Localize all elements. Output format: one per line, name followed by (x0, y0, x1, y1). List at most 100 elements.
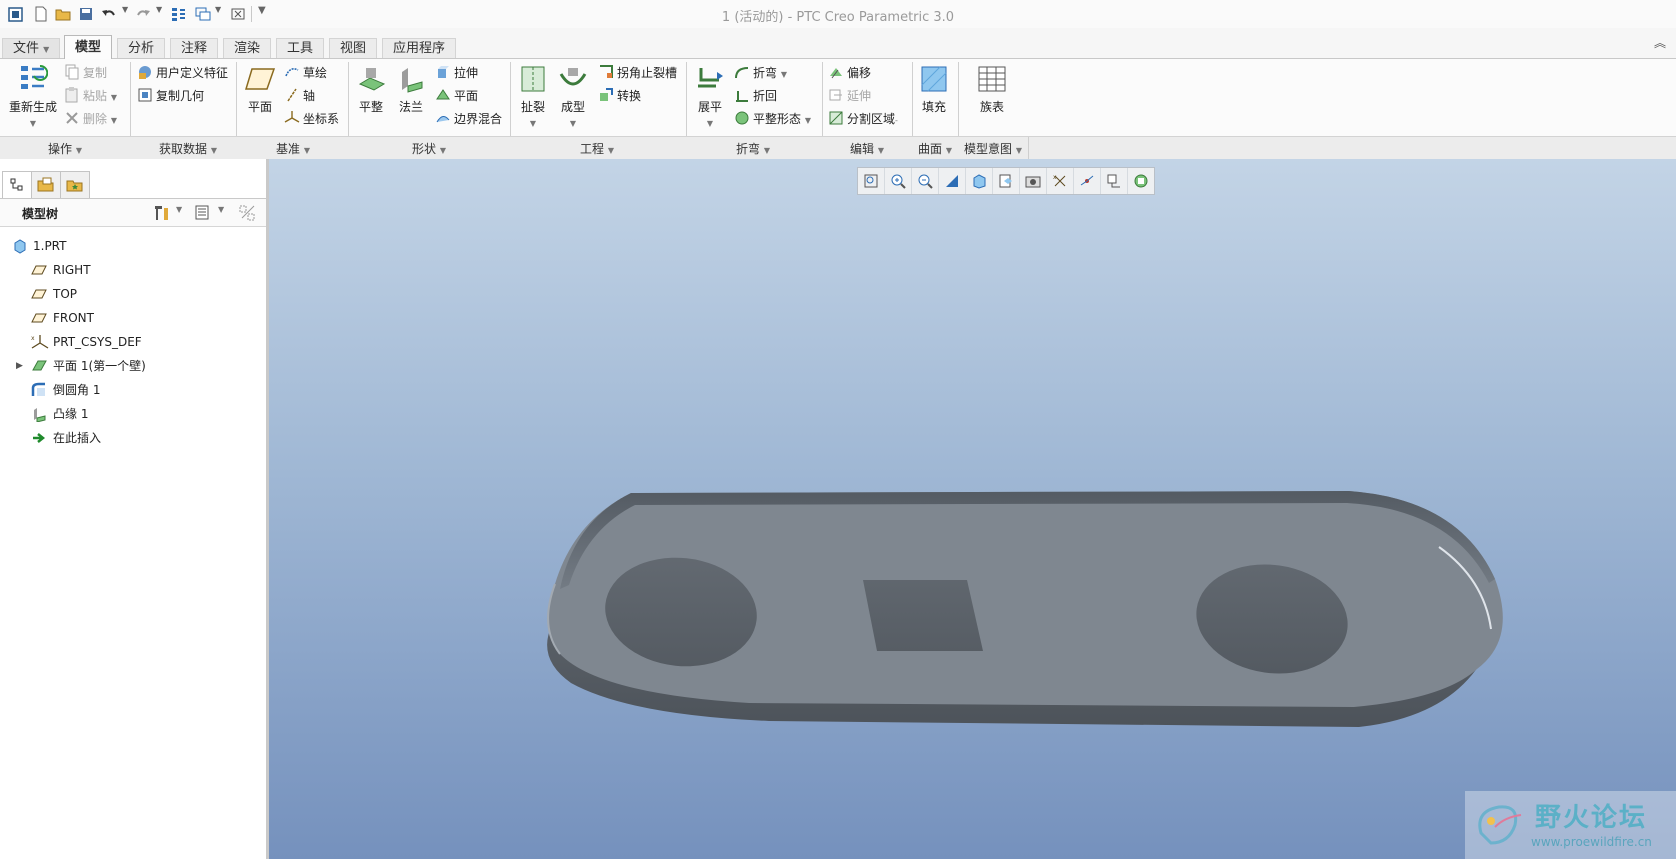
boundary-blend-button[interactable]: 边界混合 (435, 110, 502, 128)
collapse-ribbon-icon[interactable]: ︽ (1654, 34, 1666, 51)
model-tree-tab[interactable] (2, 171, 32, 199)
copy-icon (64, 64, 80, 80)
favorites-icon (66, 180, 83, 192)
group-engineering[interactable]: 工程 ▼ (572, 140, 622, 157)
ribbon-group-labels: 操作 ▼ 获取数据 ▼ 基准 ▼ 形状 ▼ 工程 ▼ 折弯 ▼ 编辑 ▼ 曲面 … (0, 136, 1676, 160)
corner-relief-button[interactable]: 拐角止裂槽 (598, 64, 677, 82)
offset-button[interactable]: 偏移 (828, 64, 871, 82)
planar-icon (435, 87, 451, 103)
regenerate-button[interactable]: 重新生成 ▼ (8, 64, 58, 129)
split-area-icon (828, 110, 844, 126)
tree-columns-dropdown-icon[interactable]: ▼ (218, 205, 224, 214)
bend-back-icon (734, 87, 750, 103)
flange-button[interactable]: 法兰 (390, 64, 432, 115)
group-get-data[interactable]: 获取数据 ▼ (148, 140, 228, 157)
folder-browser-tab[interactable] (31, 171, 61, 199)
fill-button[interactable]: 填充 (912, 64, 956, 115)
group-surfaces[interactable]: 曲面 ▼ (912, 140, 958, 157)
planar-button[interactable]: 平面 (435, 87, 478, 105)
convert-icon (598, 87, 614, 103)
regenerate-large-icon (18, 64, 48, 94)
flat-wall-icon (356, 64, 386, 94)
udf-icon (137, 64, 153, 80)
flat-wall-button[interactable]: 平整 (350, 64, 392, 115)
group-editing[interactable]: 编辑 ▼ (842, 140, 892, 157)
folder-browser-icon (37, 177, 54, 192)
navigator-panel: 模型树 ▼ ▼ 1.PRT RIGHT TOP FRONT x PRT_CSYS… (0, 159, 269, 859)
tab-render[interactable]: 渲染 (223, 38, 272, 58)
insert-here-icon (31, 430, 47, 446)
sketch-icon (284, 64, 300, 80)
copy-geometry-button[interactable]: 复制几何 (137, 87, 204, 105)
family-table-icon (977, 64, 1007, 94)
rip-button[interactable]: 扯裂 ▼ (512, 64, 554, 129)
paste-icon (64, 87, 80, 103)
offset-icon (828, 64, 844, 80)
extrude-icon (435, 64, 451, 80)
copy-geometry-icon (137, 87, 153, 103)
tab-view[interactable]: 视图 (329, 38, 378, 58)
group-bends[interactable]: 折弯 ▼ (728, 140, 778, 157)
group-model-intent[interactable]: 模型意图 ▼ (960, 140, 1026, 157)
extend-button[interactable]: 延伸 (828, 87, 871, 105)
delete-icon (64, 110, 80, 126)
bend-icon (734, 64, 750, 80)
tree-columns-icon[interactable] (194, 204, 210, 223)
datum-plane-icon (31, 310, 47, 326)
datum-plane-icon (31, 262, 47, 278)
tab-model[interactable]: 模型 (64, 35, 113, 59)
flat-state-button[interactable]: 平整形态 ▼ (734, 110, 811, 128)
tree-filter-icon[interactable] (238, 204, 258, 225)
tree-settings-dropdown-icon[interactable]: ▼ (176, 205, 182, 214)
flange-wall-icon (396, 64, 426, 94)
tab-analysis[interactable]: 分析 (117, 38, 166, 58)
csys-icon (284, 110, 300, 126)
split-area-button[interactable]: 分割区域- (828, 110, 898, 128)
tab-apps[interactable]: 应用程序 (382, 38, 457, 58)
rip-icon (518, 64, 548, 94)
forum-watermark: 野火论坛 www.proewildfire.cn (1465, 791, 1676, 859)
plane-button[interactable]: 平面 (238, 64, 282, 115)
tree-settings-icon[interactable] (152, 204, 172, 225)
datum-plane-large-icon (245, 64, 275, 94)
divider (1028, 137, 1029, 159)
bend-button[interactable]: 折弯 ▼ (734, 64, 787, 82)
bend-back-button[interactable]: 折回 (734, 87, 777, 105)
flat-state-icon (734, 110, 750, 126)
extend-icon (828, 87, 844, 103)
sketch-button[interactable]: 草绘 (284, 64, 327, 82)
datum-plane-icon (31, 286, 47, 302)
axis-icon (284, 87, 300, 103)
corner-relief-icon (598, 64, 614, 80)
form-icon (558, 64, 588, 94)
tab-file[interactable]: 文件 ▼ (2, 38, 61, 58)
axis-button[interactable]: 轴 (284, 87, 315, 105)
flange-icon (31, 406, 47, 423)
convert-button[interactable]: 转换 (598, 87, 641, 105)
extrude-button[interactable]: 拉伸 (435, 64, 478, 82)
delete-button[interactable]: 删除 ▼ (64, 110, 117, 128)
favorites-tab[interactable] (60, 171, 90, 199)
csys-button[interactable]: 坐标系 (284, 110, 339, 128)
title-bar: ▼ ▼ ▼ ▼ 1 (活动的) - PTC Creo Parametric 3.… (0, 0, 1676, 29)
model-tree-header: 模型树 ▼ ▼ (0, 198, 266, 227)
sheet-metal-part[interactable] (269, 159, 1676, 859)
tab-annotate[interactable]: 注释 (170, 38, 219, 58)
window-title: 1 (活动的) - PTC Creo Parametric 3.0 (721, 10, 955, 25)
group-shapes[interactable]: 形状 ▼ (404, 140, 454, 157)
unbend-button[interactable]: 展平 ▼ (688, 64, 732, 129)
group-datum[interactable]: 基准 ▼ (268, 140, 318, 157)
group-operations[interactable]: 操作 ▼ (40, 140, 90, 157)
family-table-button[interactable]: 族表 (968, 64, 1016, 115)
form-button[interactable]: 成型 ▼ (552, 64, 594, 129)
planar-wall-icon (31, 358, 47, 374)
expand-arrow-icon[interactable]: ▶ (16, 356, 23, 376)
part-top-face (548, 491, 1503, 707)
copy-button[interactable]: 复制 (64, 64, 107, 82)
boundary-blend-icon (435, 110, 451, 126)
paste-button[interactable]: 粘贴 ▼ (64, 87, 117, 105)
udf-button[interactable]: 用户定义特征 (137, 64, 228, 82)
graphics-window[interactable]: x 野火论坛 www.proewildfire.cn (269, 159, 1676, 859)
tab-tools[interactable]: 工具 (276, 38, 325, 58)
model-tree-icon (10, 178, 23, 191)
